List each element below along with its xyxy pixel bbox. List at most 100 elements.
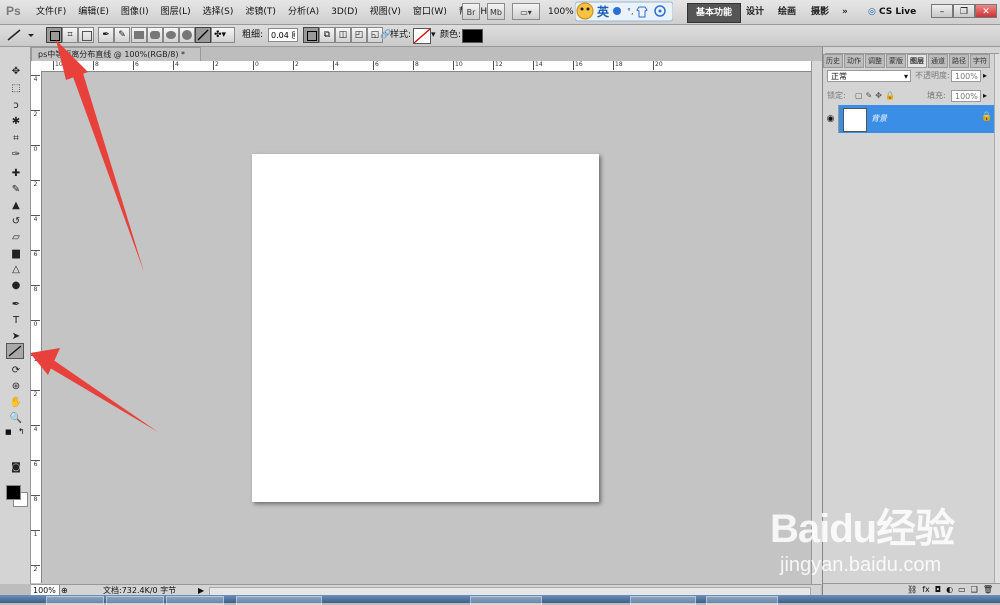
lock-icons[interactable]: ▢✎✥🔒	[855, 90, 898, 102]
vertical-ruler[interactable]: 4 2 0 2 4 6 8 0 1 2 4 6 8 1 2	[31, 71, 42, 583]
blur-tool-icon[interactable]: △	[8, 263, 24, 277]
menu-3d[interactable]: 3D(D)	[325, 0, 364, 24]
taskbar-item-4[interactable]	[236, 596, 322, 605]
fill-input[interactable]: 100%	[951, 90, 981, 102]
workspace-design-button[interactable]: 设计	[738, 3, 772, 21]
tab-layers[interactable]: 图层	[907, 54, 927, 68]
workspace-essentials-button[interactable]: 基本功能	[687, 3, 742, 23]
link-layers-icon[interactable]: ⛓	[907, 584, 917, 595]
quick-selection-tool-icon[interactable]: ✱	[8, 115, 24, 129]
close-button[interactable]: ✕	[975, 4, 997, 18]
style-picker[interactable]	[413, 28, 431, 44]
layer-row-background[interactable]: 背景 🔒	[839, 105, 1000, 133]
panel-scrollbar[interactable]	[994, 54, 1000, 583]
cs-live-button[interactable]: ◎ CS Live	[868, 3, 916, 21]
history-brush-tool-icon[interactable]: ↺	[8, 215, 24, 229]
subtract-shape-button[interactable]: ◫	[335, 27, 351, 43]
pen-tool-option[interactable]: ✒	[98, 27, 114, 43]
menu-file[interactable]: 文件(F)	[30, 0, 72, 24]
menu-image[interactable]: 图像(I)	[115, 0, 155, 24]
menu-window[interactable]: 窗口(W)	[407, 0, 453, 24]
custom-shape-option[interactable]: ✤▾	[211, 27, 235, 43]
menu-layer[interactable]: 图层(L)	[155, 0, 197, 24]
path-selection-tool-icon[interactable]: ➤	[8, 330, 24, 344]
ellipse-option[interactable]	[163, 27, 179, 43]
hand-tool-icon[interactable]: ✋	[8, 396, 24, 410]
shape-layers-button[interactable]	[46, 27, 62, 43]
workspace-photography-button[interactable]: 摄影	[803, 3, 837, 21]
rectangle-option[interactable]	[131, 27, 147, 43]
taskbar-item-7[interactable]	[706, 596, 778, 605]
lasso-tool-icon[interactable]: ↄ	[8, 99, 24, 113]
3d-orbit-tool-icon[interactable]: ⊛	[8, 380, 24, 394]
minimize-button[interactable]: –	[931, 4, 953, 18]
foreground-color-swatch[interactable]	[6, 485, 21, 500]
eraser-tool-icon[interactable]: ▱	[8, 231, 24, 245]
menu-analysis[interactable]: 分析(A)	[282, 0, 325, 24]
panel-grip[interactable]	[825, 47, 999, 54]
intersect-shape-button[interactable]: ◰	[351, 27, 367, 43]
new-shape-layer-button[interactable]	[303, 27, 319, 43]
layer-visibility-eye-icon[interactable]: ◉	[823, 105, 839, 133]
swap-colors-icon[interactable]: ↰	[18, 427, 25, 436]
new-layer-icon[interactable]: ❑	[971, 584, 978, 595]
blend-mode-select[interactable]: 正常 ▾	[827, 70, 911, 82]
new-group-icon[interactable]: ▭	[958, 584, 966, 595]
brush-tool-icon[interactable]: ✎	[8, 183, 24, 197]
crop-tool-icon[interactable]: ⌗	[8, 132, 24, 146]
rounded-rectangle-option[interactable]	[147, 27, 163, 43]
paths-button[interactable]: ⌗	[62, 27, 78, 43]
3d-rotate-tool-icon[interactable]: ⟳	[8, 364, 24, 378]
document-canvas[interactable]	[252, 154, 599, 502]
tab-actions[interactable]: 动作	[844, 54, 864, 68]
layer-style-icon[interactable]: fx	[922, 584, 930, 595]
adjustment-layer-icon[interactable]: ◐	[946, 584, 953, 595]
marquee-tool-icon[interactable]: ⬚	[8, 82, 24, 96]
add-mask-icon[interactable]: ◘	[935, 584, 941, 595]
move-tool-icon[interactable]: ✥	[8, 65, 24, 79]
style-dropdown-arrow-icon[interactable]: ▾	[431, 25, 436, 46]
menu-edit[interactable]: 编辑(E)	[72, 0, 115, 24]
taskbar-item-1[interactable]	[46, 596, 104, 605]
mini-bridge-button[interactable]: Mb	[487, 3, 505, 20]
menu-filter[interactable]: 滤镜(T)	[239, 0, 282, 24]
horizontal-ruler[interactable]: 10 8 6 4 2 0 2 4 6 8 10 12 14 16 18 20	[41, 61, 811, 72]
zoom-level[interactable]: 100%	[548, 0, 574, 24]
dodge-tool-icon[interactable]: ●	[8, 279, 24, 293]
workspace-painting-button[interactable]: 绘画	[770, 3, 804, 21]
healing-brush-tool-icon[interactable]: ✚	[8, 167, 24, 181]
tab-character[interactable]: 字符	[970, 54, 990, 68]
tab-channels[interactable]: 通道	[928, 54, 948, 68]
color-swatch[interactable]	[462, 29, 483, 43]
type-tool-icon[interactable]: T	[8, 314, 24, 328]
add-to-shape-button[interactable]: ⧉	[319, 27, 335, 43]
taskbar-item-3[interactable]	[166, 596, 224, 605]
zoom-tool-icon[interactable]: 🔍	[8, 412, 24, 426]
fill-pixels-button[interactable]	[78, 27, 94, 43]
tab-history[interactable]: 历史	[823, 54, 843, 68]
delete-layer-icon[interactable]: 🗑	[983, 584, 993, 595]
tab-adjustments[interactable]: 调整	[865, 54, 885, 68]
default-colors-icon[interactable]: ■	[5, 428, 12, 436]
restore-button[interactable]: ❐	[953, 4, 975, 18]
clone-stamp-tool-icon[interactable]: ▲	[8, 199, 24, 213]
workspace-more-button[interactable]: »	[834, 3, 856, 21]
bridge-button[interactable]: Br	[462, 3, 480, 20]
line-tool-icon[interactable]	[6, 343, 24, 359]
gradient-tool-icon[interactable]: ▆	[8, 247, 24, 261]
opacity-input[interactable]: 100%	[951, 70, 981, 82]
tab-paths[interactable]: 路径	[949, 54, 969, 68]
menu-view[interactable]: 视图(V)	[364, 0, 407, 24]
opacity-arrow-icon[interactable]: ▸	[983, 70, 987, 82]
tab-masks[interactable]: 蒙版	[886, 54, 906, 68]
quick-mask-icon[interactable]: ◙	[8, 461, 24, 475]
line-option[interactable]	[195, 27, 211, 43]
freeform-pen-option[interactable]: ✎	[114, 27, 130, 43]
eyedropper-tool-icon[interactable]: ✑	[8, 148, 24, 162]
pen-tool-icon[interactable]: ✒	[8, 298, 24, 312]
tool-preset-picker[interactable]	[4, 27, 36, 43]
weight-input[interactable]	[268, 28, 298, 42]
ime-toolbar[interactable]: 英 °,	[574, 1, 674, 22]
screen-mode-button[interactable]: ▭▾	[512, 3, 540, 20]
document-tab[interactable]: ps中等距离分布直线 @ 100%(RGB/8) *	[31, 47, 201, 61]
